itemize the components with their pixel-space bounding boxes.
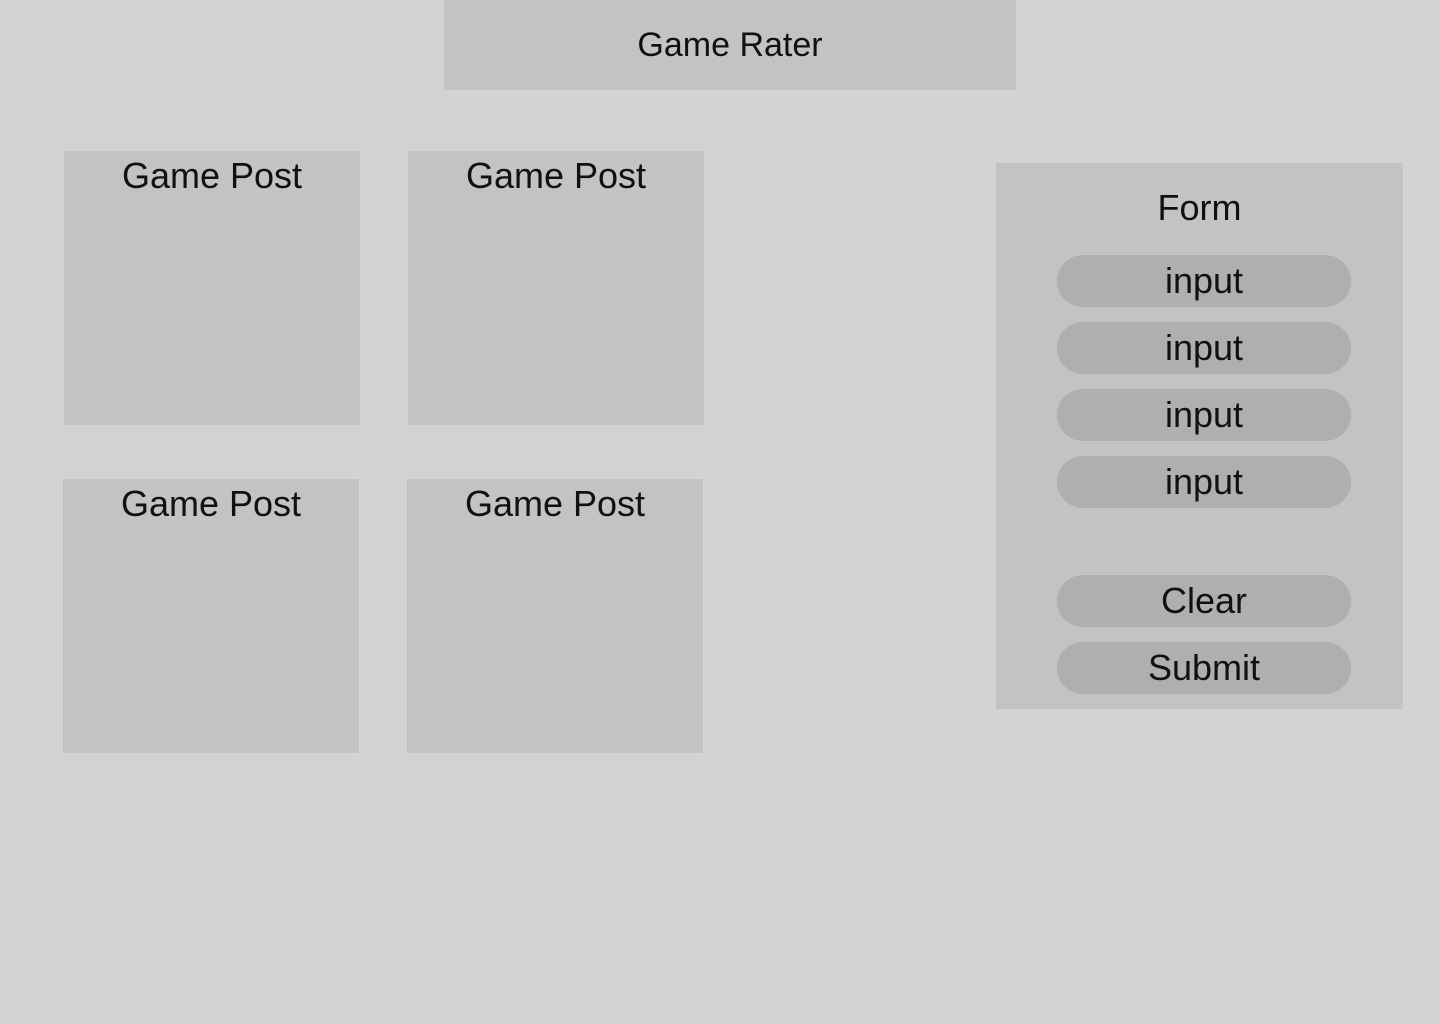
game-post-title: Game Post — [465, 155, 647, 196]
form-input-3[interactable] — [1057, 389, 1351, 441]
app-header: Game Rater — [444, 0, 1016, 90]
submit-button[interactable]: Submit — [1057, 642, 1351, 694]
app-title: Game Rater — [637, 26, 823, 64]
game-post-title: Game Post — [464, 483, 646, 524]
game-post-card[interactable]: Game Post — [63, 479, 359, 753]
game-post-card[interactable]: Game Post — [408, 151, 704, 425]
form-input-4[interactable] — [1057, 456, 1351, 508]
form-input-2[interactable] — [1057, 322, 1351, 374]
clear-button[interactable]: Clear — [1057, 575, 1351, 627]
game-form: Form Clear Submit — [996, 163, 1403, 709]
game-post-card[interactable]: Game Post — [407, 479, 703, 753]
game-post-card[interactable]: Game Post — [64, 151, 360, 425]
game-post-title: Game Post — [120, 483, 302, 524]
game-post-title: Game Post — [121, 155, 303, 196]
form-title: Form — [1157, 187, 1242, 228]
form-input-1[interactable] — [1057, 255, 1351, 307]
